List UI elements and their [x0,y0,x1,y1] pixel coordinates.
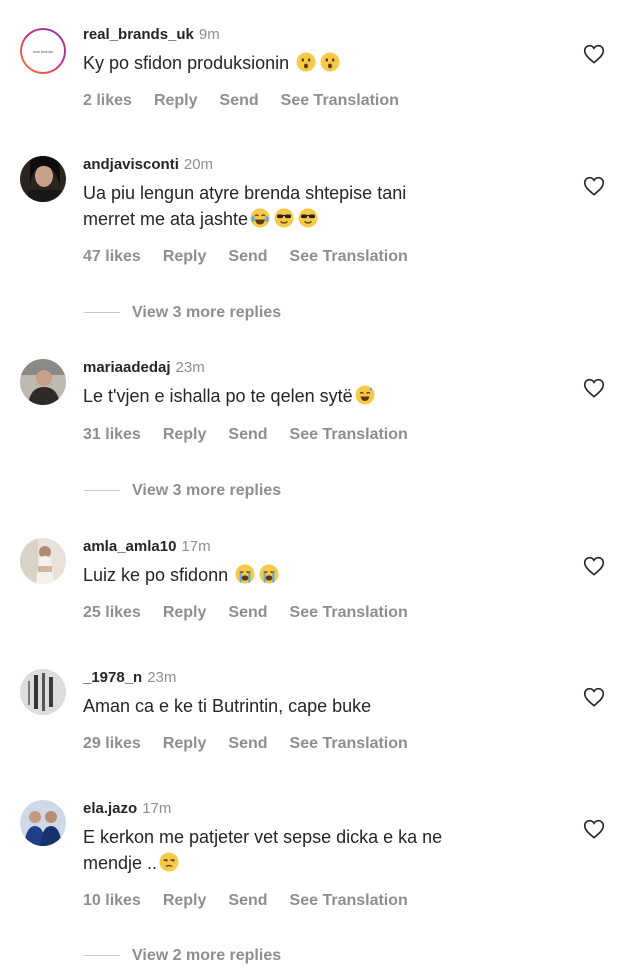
loudly-crying-emoji [235,564,255,584]
sunglasses-face-emoji [274,208,294,228]
comment-text-body: Ky po sfidon produksionin [83,53,290,73]
view-more-replies-button[interactable]: View 3 more replies [84,482,281,500]
comment-text-body: Le t'vjen e ishalla po te qelen sytë [83,386,353,406]
comment-actions: 31 likes Reply Send See Translation [83,426,430,444]
reply-button[interactable]: Reply [163,426,207,443]
comment-time: 23m [175,359,205,376]
loudly-crying-emoji [259,564,279,584]
comment-text-body: Aman ca e ke ti Butrintin, cape buke [83,696,372,716]
comment-time: 17m [142,800,172,817]
comment-username[interactable]: andjavisconti [83,156,179,173]
likes-count[interactable]: 31 likes [83,426,141,443]
view-more-replies-label: View 2 more replies [132,947,282,964]
see-translation-button[interactable]: See Translation [290,735,408,752]
comment-time: 9m [198,26,220,43]
comment-username[interactable]: _1978_n [83,669,142,686]
sweat-smile-emoji [355,385,375,405]
avatar[interactable] [20,359,66,405]
see-translation-button[interactable]: See Translation [290,248,408,265]
comment-username[interactable]: amla_amla10 [83,538,176,555]
heart-outline-icon[interactable] [583,176,605,196]
send-button[interactable]: Send [228,892,267,909]
avatar[interactable] [20,538,66,584]
comment-text: E kerkon me patjeter vet sepse dicka e k… [83,824,553,876]
comment-username[interactable]: real_brands_uk [83,26,194,43]
comment-time: 17m [181,538,211,555]
comment-text: Aman ca e ke ti Butrintin, cape buke [83,693,553,719]
send-button[interactable]: Send [228,426,267,443]
comment-username[interactable]: mariaadedaj [83,359,171,376]
unamused-face-emoji [159,852,179,872]
avatar[interactable] [20,800,66,846]
heart-outline-icon[interactable] [583,556,605,576]
see-translation-button[interactable]: See Translation [290,604,408,621]
likes-count[interactable]: 47 likes [83,248,141,265]
send-button[interactable]: Send [228,604,267,621]
see-translation-button[interactable]: See Translation [290,892,408,909]
brand-logo-text: real brands [33,49,53,54]
view-more-replies-button[interactable]: View 2 more replies [84,947,281,965]
comment-text: Ua piu lengun atyre brenda shtepise tani… [83,180,553,232]
likes-count[interactable]: 29 likes [83,735,141,752]
likes-count[interactable]: 2 likes [83,92,132,109]
comment-actions: 2 likes Reply Send See Translation [83,92,421,110]
avatar[interactable]: real brands [20,28,66,74]
tears-of-joy-emoji [250,208,270,228]
comment-text: Le t'vjen e ishalla po te qelen sytë [83,383,553,409]
reply-button[interactable]: Reply [163,892,207,909]
reply-button[interactable]: Reply [163,248,207,265]
sunglasses-face-emoji [298,208,318,228]
reply-button[interactable]: Reply [154,92,198,109]
hushed-face-emoji [320,52,340,72]
avatar[interactable] [20,669,66,715]
send-button[interactable]: Send [228,735,267,752]
hushed-face-emoji [296,52,316,72]
see-translation-button[interactable]: See Translation [290,426,408,443]
comment-text-line: mendje .. [83,853,158,873]
comment-text: Luiz ke po sfidonn [83,562,553,588]
view-more-replies-button[interactable]: View 3 more replies [84,304,281,322]
divider-dash [84,955,120,957]
send-button[interactable]: Send [228,248,267,265]
comment-text-line: Ua piu lengun atyre brenda shtepise tani [83,183,407,203]
comment-actions: 47 likes Reply Send See Translation [83,248,430,266]
see-translation-button[interactable]: See Translation [281,92,399,109]
comment-actions: 29 likes Reply Send See Translation [83,735,430,753]
heart-outline-icon[interactable] [583,687,605,707]
comment-actions: 10 likes Reply Send See Translation [83,892,430,910]
heart-outline-icon[interactable] [583,44,605,64]
reply-button[interactable]: Reply [163,604,207,621]
comment-text-line: merret me ata jashte [83,209,249,229]
comment-time: 23m [147,669,177,686]
divider-dash [84,490,120,492]
avatar[interactable] [20,156,66,202]
comment-actions: 25 likes Reply Send See Translation [83,604,430,622]
comment-text-line: E kerkon me patjeter vet sepse dicka e k… [83,827,443,847]
heart-outline-icon[interactable] [583,378,605,398]
view-more-replies-label: View 3 more replies [132,304,282,321]
likes-count[interactable]: 10 likes [83,892,141,909]
comment-text-body: Luiz ke po sfidonn [83,565,229,585]
divider-dash [84,312,120,314]
send-button[interactable]: Send [220,92,259,109]
heart-outline-icon[interactable] [583,819,605,839]
likes-count[interactable]: 25 likes [83,604,141,621]
reply-button[interactable]: Reply [163,735,207,752]
comment-text: Ky po sfidon produksionin [83,50,553,76]
comment-time: 20m [183,156,214,173]
view-more-replies-label: View 3 more replies [132,482,282,499]
comment-username[interactable]: ela.jazo [83,800,137,817]
